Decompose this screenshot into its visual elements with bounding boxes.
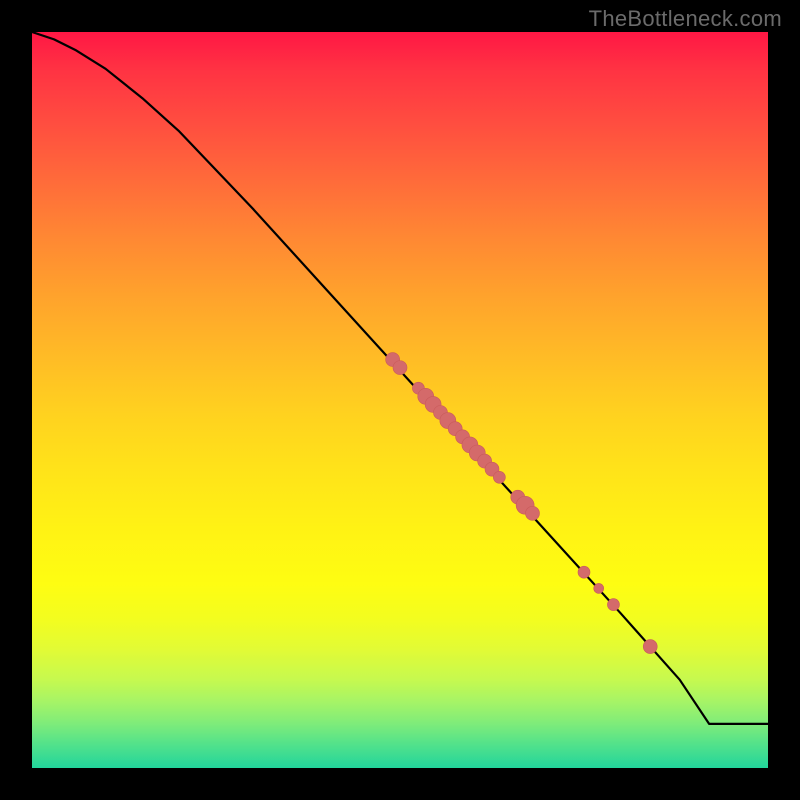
watermark-label: TheBottleneck.com (589, 6, 782, 32)
data-point (643, 640, 657, 654)
data-point (594, 583, 604, 593)
data-point (578, 566, 590, 578)
data-point (493, 471, 505, 483)
plot-area (32, 32, 768, 768)
chart-stage: TheBottleneck.com (0, 0, 800, 800)
data-point (607, 599, 619, 611)
chart-svg (32, 32, 768, 768)
data-point (525, 506, 539, 520)
data-points (386, 353, 658, 654)
data-point (393, 361, 407, 375)
curve-line (32, 32, 768, 724)
